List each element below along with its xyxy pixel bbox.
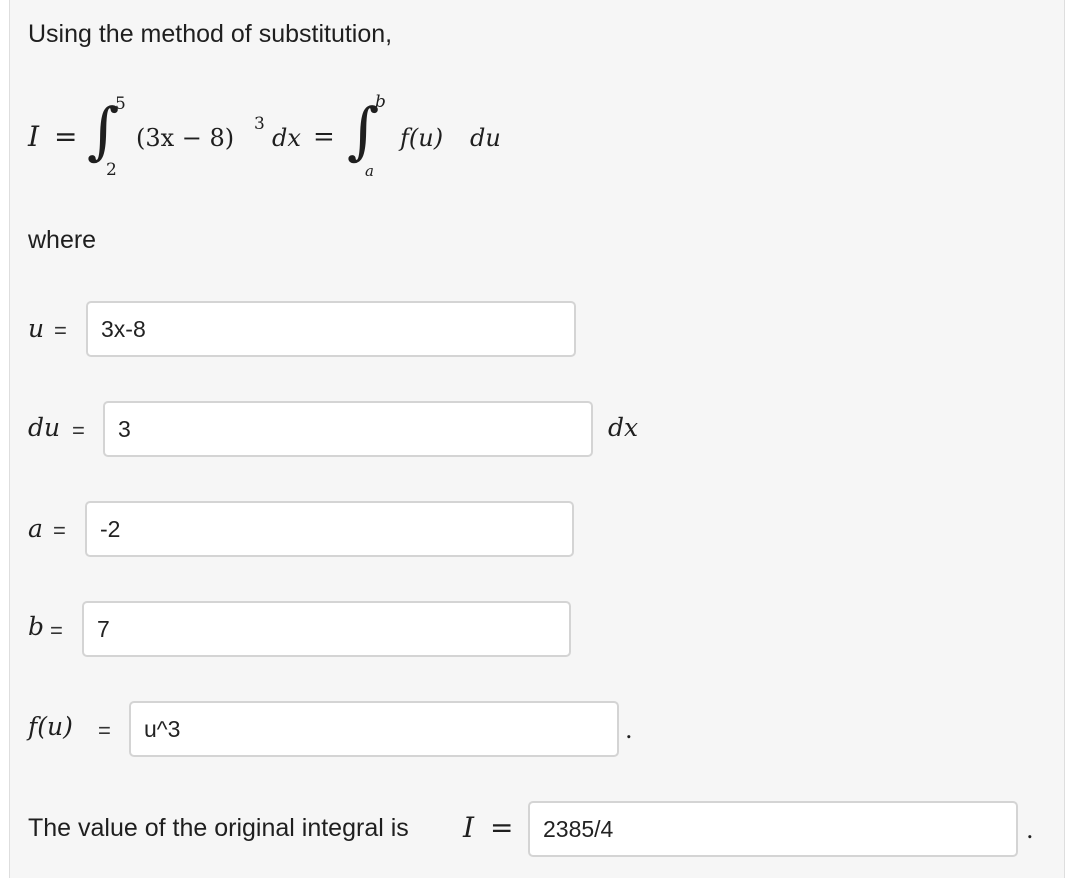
f-of-u: f(u) [400, 124, 444, 152]
result-suffix-period: . [1026, 816, 1034, 844]
where-text: where [28, 226, 97, 254]
du-label: du [28, 413, 61, 442]
formula-equals-2: = [313, 122, 335, 152]
result-equals: = [490, 811, 514, 844]
b-label: b [28, 612, 45, 641]
formula-lhs: I [28, 120, 40, 153]
a-input[interactable] [85, 501, 574, 557]
integral-2-upper: b [375, 92, 386, 112]
du-suffix-dx: dx [608, 413, 639, 442]
b-input[interactable] [82, 601, 571, 657]
du-symbol: du [470, 124, 501, 152]
integral-2-lower: a [365, 162, 374, 180]
a-equals: = [53, 518, 66, 543]
dx-symbol: dx [272, 124, 301, 152]
result-var: I [463, 811, 475, 844]
intro-text: Using the method of substitution, [28, 20, 393, 48]
du-equals: = [72, 418, 85, 443]
integrand-power: 3 [254, 114, 265, 134]
integrand: (3x − 8) [136, 124, 235, 152]
du-input[interactable] [103, 401, 593, 457]
integral-1-lower: 2 [106, 160, 117, 180]
b-equals: = [50, 618, 63, 643]
u-equals: = [54, 318, 67, 343]
u-input[interactable] [86, 301, 576, 357]
f-input[interactable] [129, 701, 619, 757]
f-equals: = [98, 718, 111, 743]
formula-equals: = [54, 120, 78, 153]
u-label: u [28, 314, 45, 343]
result-text: The value of the original integral is [28, 814, 409, 842]
f-suffix-period: . [625, 716, 633, 744]
result-input[interactable] [528, 801, 1018, 857]
integral-1-upper: 5 [115, 94, 126, 114]
a-label: a [28, 514, 43, 543]
f-label: f(u) [28, 712, 73, 741]
